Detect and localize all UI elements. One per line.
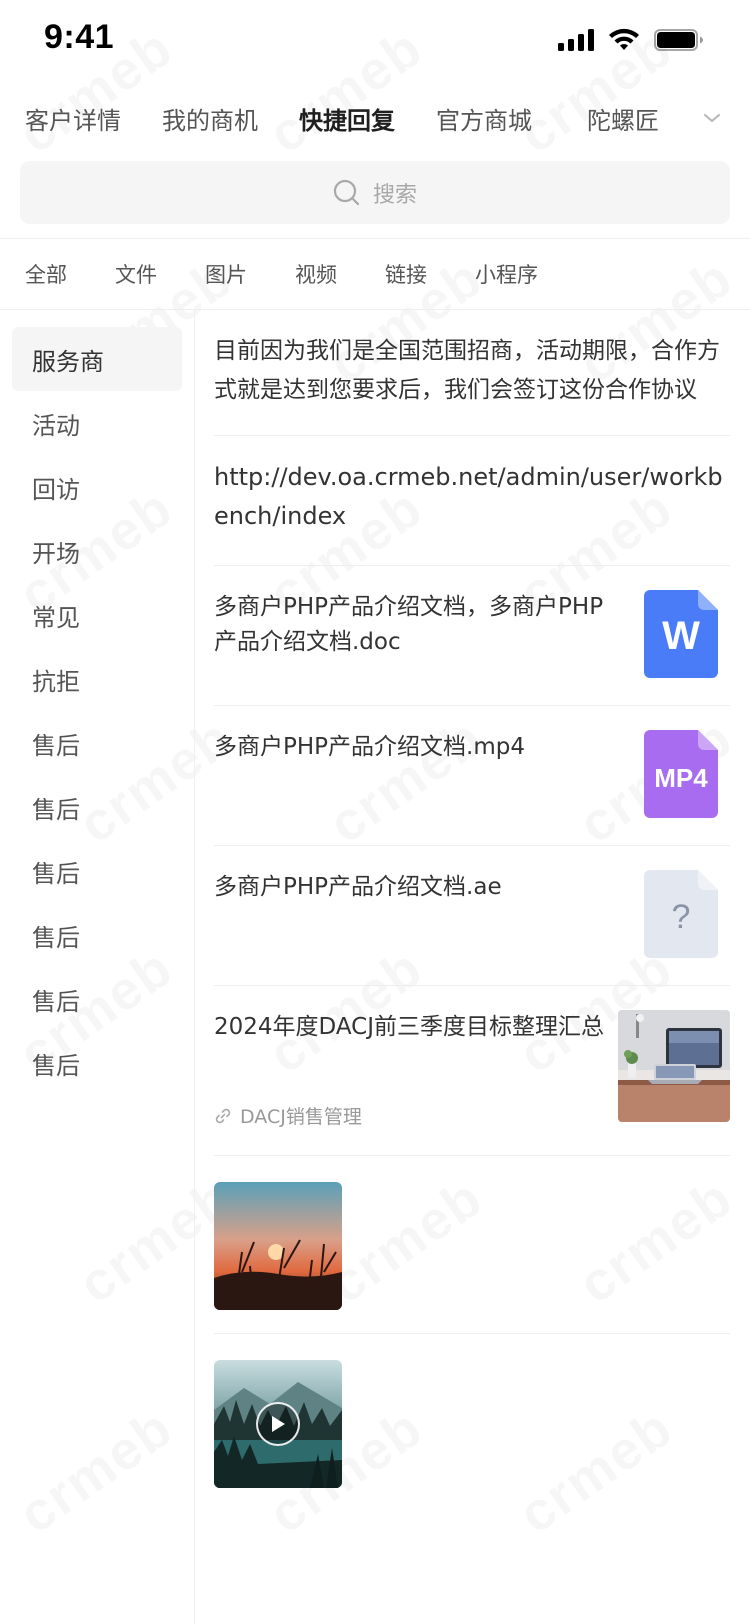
- tabs-more-button[interactable]: [690, 96, 734, 140]
- file-icon-label: W: [662, 614, 700, 658]
- sidebar-item-common[interactable]: 常见: [12, 583, 182, 647]
- file-title: 多商户PHP产品介绍文档.mp4: [214, 734, 525, 760]
- type-tab-image[interactable]: 图片: [205, 259, 247, 289]
- sidebar-item-objection[interactable]: 抗拒: [12, 647, 182, 711]
- image-thumbnail: [214, 1182, 342, 1311]
- search-placeholder: 搜索: [372, 182, 417, 208]
- search-icon: [333, 179, 360, 205]
- text-reply-item[interactable]: 目前因为我们是全国范围招商，活动期限，合作方式就是达到您要求后，我们会签订这份合…: [214, 310, 730, 436]
- unknown-file-icon: ?: [644, 870, 718, 958]
- search-input[interactable]: 搜索: [20, 161, 730, 224]
- word-file-icon: W: [644, 590, 718, 678]
- type-tab-all[interactable]: 全部: [25, 259, 67, 289]
- reply-body: 服务商 活动 回访 开场 常见 抗拒 售后 售后 售后 售后 售后 售后 目前因…: [0, 310, 750, 1624]
- image-reply-item[interactable]: [214, 1156, 730, 1334]
- tab-customer-detail[interactable]: 客户详情: [25, 101, 121, 136]
- status-icons: [558, 28, 704, 52]
- play-icon: [272, 1416, 285, 1432]
- top-tab-bar: 客户详情 我的商机 快捷回复 官方商城 陀螺匠: [0, 80, 750, 156]
- reply-list: 目前因为我们是全国范围招商，活动期限，合作方式就是达到您要求后，我们会签订这份合…: [195, 310, 750, 1624]
- file-icon-label: ?: [672, 898, 691, 936]
- chevron-down-icon: [704, 114, 720, 122]
- sidebar-item-service-provider[interactable]: 服务商: [12, 327, 182, 391]
- status-bar: 9:41: [0, 0, 750, 80]
- type-filter-bar: 全部 文件 图片 视频 链接 小程序: [0, 239, 750, 309]
- article-thumbnail: [618, 1010, 730, 1122]
- link-reply-url: http://dev.oa.crmeb.net/admin/user/workb…: [214, 463, 723, 530]
- search-bar-container: 搜索: [0, 156, 750, 238]
- wifi-icon: [609, 28, 639, 50]
- article-reply-item[interactable]: 2024年度DACJ前三季度目标整理汇总 DACJ销售管理: [214, 986, 730, 1156]
- category-sidebar: 服务商 活动 回访 开场 常见 抗拒 售后 售后 售后 售后 售后 售后: [0, 310, 195, 1624]
- article-source: DACJ销售管理: [214, 1102, 362, 1129]
- sidebar-item-activity[interactable]: 活动: [12, 391, 182, 455]
- sidebar-item-after-sales[interactable]: 售后: [12, 839, 182, 903]
- tab-quick-reply[interactable]: 快捷回复: [299, 101, 395, 136]
- text-reply-content: 目前因为我们是全国范围招商，活动期限，合作方式就是达到您要求后，我们会签订这份合…: [214, 338, 720, 403]
- sidebar-item-follow-up[interactable]: 回访: [12, 455, 182, 519]
- article-title: 2024年度DACJ前三季度目标整理汇总: [214, 1014, 605, 1040]
- type-tab-link[interactable]: 链接: [385, 259, 427, 289]
- file-reply-item[interactable]: 多商户PHP产品介绍文档，多商户PHP产品介绍文档.doc W: [214, 566, 730, 706]
- video-reply-item[interactable]: [214, 1334, 730, 1512]
- sidebar-item-after-sales[interactable]: 售后: [12, 775, 182, 839]
- cellular-signal-icon: [558, 29, 594, 51]
- sidebar-item-after-sales[interactable]: 售后: [12, 711, 182, 775]
- sidebar-item-opening[interactable]: 开场: [12, 519, 182, 583]
- file-reply-item[interactable]: 多商户PHP产品介绍文档.ae ?: [214, 846, 730, 986]
- tab-official-store[interactable]: 官方商城: [436, 101, 532, 136]
- link-icon: [215, 1108, 231, 1123]
- sidebar-item-after-sales[interactable]: 售后: [12, 1031, 182, 1095]
- type-tab-file[interactable]: 文件: [115, 259, 157, 289]
- tab-my-opportunities[interactable]: 我的商机: [162, 101, 258, 136]
- sidebar-item-after-sales[interactable]: 售后: [12, 903, 182, 967]
- status-time: 9:41: [44, 18, 115, 56]
- file-reply-item[interactable]: 多商户PHP产品介绍文档.mp4 MP4: [214, 706, 730, 846]
- video-file-icon: MP4: [644, 730, 718, 818]
- article-source-name: DACJ销售管理: [240, 1106, 362, 1128]
- link-reply-item[interactable]: http://dev.oa.crmeb.net/admin/user/workb…: [214, 436, 730, 566]
- type-tab-miniprogram[interactable]: 小程序: [475, 259, 538, 289]
- type-tab-video[interactable]: 视频: [295, 259, 337, 289]
- file-title: 多商户PHP产品介绍文档.ae: [214, 874, 502, 900]
- battery-icon: [654, 29, 703, 51]
- video-thumbnail-wrapper: [214, 1360, 342, 1488]
- file-title: 多商户PHP产品介绍文档，多商户PHP产品介绍文档.doc: [214, 594, 604, 655]
- tab-tuoluojiang[interactable]: 陀螺匠: [587, 101, 659, 136]
- play-button[interactable]: [256, 1402, 300, 1446]
- file-icon-label: MP4: [654, 763, 708, 793]
- sidebar-item-after-sales[interactable]: 售后: [12, 967, 182, 1031]
